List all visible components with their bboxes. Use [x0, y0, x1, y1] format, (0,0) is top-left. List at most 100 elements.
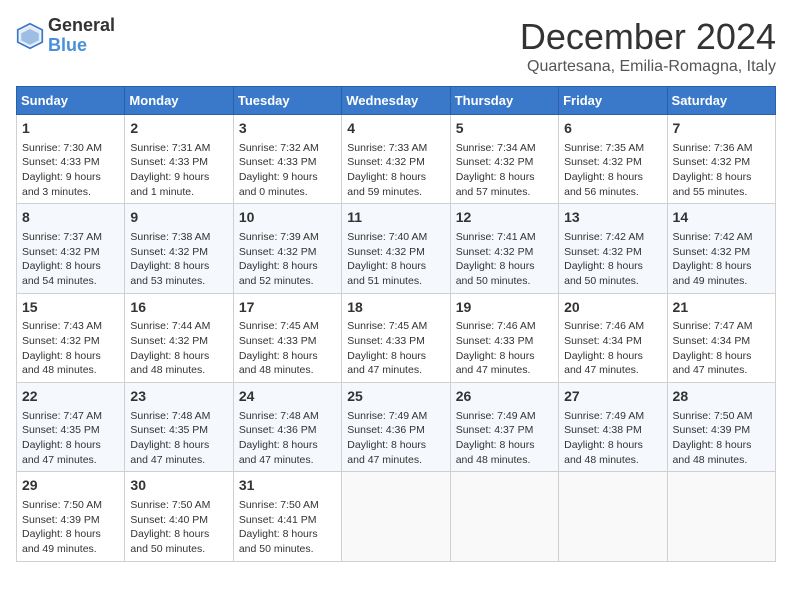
day-number: 17	[239, 298, 336, 318]
calendar-cell: 16Sunrise: 7:44 AM Sunset: 4:32 PM Dayli…	[125, 293, 233, 382]
day-number: 25	[347, 387, 444, 407]
calendar: SundayMondayTuesdayWednesdayThursdayFrid…	[16, 86, 776, 562]
calendar-cell	[450, 472, 558, 561]
cell-content: Sunrise: 7:33 AM Sunset: 4:32 PM Dayligh…	[347, 141, 444, 200]
calendar-cell: 20Sunrise: 7:46 AM Sunset: 4:34 PM Dayli…	[559, 293, 667, 382]
calendar-cell: 9Sunrise: 7:38 AM Sunset: 4:32 PM Daylig…	[125, 204, 233, 293]
calendar-cell: 15Sunrise: 7:43 AM Sunset: 4:32 PM Dayli…	[17, 293, 125, 382]
calendar-cell: 19Sunrise: 7:46 AM Sunset: 4:33 PM Dayli…	[450, 293, 558, 382]
location-title: Quartesana, Emilia-Romagna, Italy	[520, 58, 776, 76]
header-friday: Friday	[559, 87, 667, 115]
header-wednesday: Wednesday	[342, 87, 450, 115]
calendar-cell: 21Sunrise: 7:47 AM Sunset: 4:34 PM Dayli…	[667, 293, 775, 382]
cell-content: Sunrise: 7:31 AM Sunset: 4:33 PM Dayligh…	[130, 141, 227, 200]
week-row: 29Sunrise: 7:50 AM Sunset: 4:39 PM Dayli…	[17, 472, 776, 561]
calendar-cell: 25Sunrise: 7:49 AM Sunset: 4:36 PM Dayli…	[342, 383, 450, 472]
cell-content: Sunrise: 7:44 AM Sunset: 4:32 PM Dayligh…	[130, 319, 227, 378]
cell-content: Sunrise: 7:49 AM Sunset: 4:37 PM Dayligh…	[456, 409, 553, 468]
cell-content: Sunrise: 7:49 AM Sunset: 4:38 PM Dayligh…	[564, 409, 661, 468]
cell-content: Sunrise: 7:50 AM Sunset: 4:39 PM Dayligh…	[673, 409, 770, 468]
day-number: 31	[239, 476, 336, 496]
header-monday: Monday	[125, 87, 233, 115]
cell-content: Sunrise: 7:45 AM Sunset: 4:33 PM Dayligh…	[239, 319, 336, 378]
day-number: 30	[130, 476, 227, 496]
day-number: 28	[673, 387, 770, 407]
header: General Blue December 2024 Quartesana, E…	[16, 16, 776, 76]
cell-content: Sunrise: 7:48 AM Sunset: 4:36 PM Dayligh…	[239, 409, 336, 468]
day-number: 26	[456, 387, 553, 407]
day-number: 6	[564, 119, 661, 139]
calendar-cell	[342, 472, 450, 561]
cell-content: Sunrise: 7:46 AM Sunset: 4:34 PM Dayligh…	[564, 319, 661, 378]
cell-content: Sunrise: 7:49 AM Sunset: 4:36 PM Dayligh…	[347, 409, 444, 468]
day-number: 3	[239, 119, 336, 139]
header-thursday: Thursday	[450, 87, 558, 115]
calendar-cell: 29Sunrise: 7:50 AM Sunset: 4:39 PM Dayli…	[17, 472, 125, 561]
day-number: 19	[456, 298, 553, 318]
cell-content: Sunrise: 7:45 AM Sunset: 4:33 PM Dayligh…	[347, 319, 444, 378]
day-number: 23	[130, 387, 227, 407]
calendar-cell: 14Sunrise: 7:42 AM Sunset: 4:32 PM Dayli…	[667, 204, 775, 293]
calendar-cell: 3Sunrise: 7:32 AM Sunset: 4:33 PM Daylig…	[233, 115, 341, 204]
day-number: 20	[564, 298, 661, 318]
calendar-cell: 8Sunrise: 7:37 AM Sunset: 4:32 PM Daylig…	[17, 204, 125, 293]
calendar-cell: 27Sunrise: 7:49 AM Sunset: 4:38 PM Dayli…	[559, 383, 667, 472]
cell-content: Sunrise: 7:48 AM Sunset: 4:35 PM Dayligh…	[130, 409, 227, 468]
calendar-cell: 30Sunrise: 7:50 AM Sunset: 4:40 PM Dayli…	[125, 472, 233, 561]
day-number: 8	[22, 208, 119, 228]
week-row: 15Sunrise: 7:43 AM Sunset: 4:32 PM Dayli…	[17, 293, 776, 382]
day-number: 9	[130, 208, 227, 228]
logo-text: General Blue	[48, 16, 115, 56]
calendar-cell: 10Sunrise: 7:39 AM Sunset: 4:32 PM Dayli…	[233, 204, 341, 293]
day-number: 21	[673, 298, 770, 318]
header-sunday: Sunday	[17, 87, 125, 115]
cell-content: Sunrise: 7:47 AM Sunset: 4:34 PM Dayligh…	[673, 319, 770, 378]
calendar-cell: 6Sunrise: 7:35 AM Sunset: 4:32 PM Daylig…	[559, 115, 667, 204]
day-number: 11	[347, 208, 444, 228]
day-number: 10	[239, 208, 336, 228]
cell-content: Sunrise: 7:41 AM Sunset: 4:32 PM Dayligh…	[456, 230, 553, 289]
calendar-cell: 26Sunrise: 7:49 AM Sunset: 4:37 PM Dayli…	[450, 383, 558, 472]
cell-content: Sunrise: 7:39 AM Sunset: 4:32 PM Dayligh…	[239, 230, 336, 289]
day-number: 2	[130, 119, 227, 139]
week-row: 22Sunrise: 7:47 AM Sunset: 4:35 PM Dayli…	[17, 383, 776, 472]
day-number: 18	[347, 298, 444, 318]
day-number: 29	[22, 476, 119, 496]
calendar-cell: 7Sunrise: 7:36 AM Sunset: 4:32 PM Daylig…	[667, 115, 775, 204]
calendar-header-row: SundayMondayTuesdayWednesdayThursdayFrid…	[17, 87, 776, 115]
calendar-cell: 28Sunrise: 7:50 AM Sunset: 4:39 PM Dayli…	[667, 383, 775, 472]
cell-content: Sunrise: 7:46 AM Sunset: 4:33 PM Dayligh…	[456, 319, 553, 378]
day-number: 16	[130, 298, 227, 318]
calendar-cell: 13Sunrise: 7:42 AM Sunset: 4:32 PM Dayli…	[559, 204, 667, 293]
cell-content: Sunrise: 7:40 AM Sunset: 4:32 PM Dayligh…	[347, 230, 444, 289]
cell-content: Sunrise: 7:50 AM Sunset: 4:41 PM Dayligh…	[239, 498, 336, 557]
cell-content: Sunrise: 7:42 AM Sunset: 4:32 PM Dayligh…	[673, 230, 770, 289]
header-tuesday: Tuesday	[233, 87, 341, 115]
logo-line1: General	[48, 16, 115, 36]
cell-content: Sunrise: 7:32 AM Sunset: 4:33 PM Dayligh…	[239, 141, 336, 200]
cell-content: Sunrise: 7:38 AM Sunset: 4:32 PM Dayligh…	[130, 230, 227, 289]
logo: General Blue	[16, 16, 115, 56]
cell-content: Sunrise: 7:37 AM Sunset: 4:32 PM Dayligh…	[22, 230, 119, 289]
cell-content: Sunrise: 7:43 AM Sunset: 4:32 PM Dayligh…	[22, 319, 119, 378]
calendar-cell: 12Sunrise: 7:41 AM Sunset: 4:32 PM Dayli…	[450, 204, 558, 293]
cell-content: Sunrise: 7:36 AM Sunset: 4:32 PM Dayligh…	[673, 141, 770, 200]
calendar-cell: 2Sunrise: 7:31 AM Sunset: 4:33 PM Daylig…	[125, 115, 233, 204]
cell-content: Sunrise: 7:50 AM Sunset: 4:40 PM Dayligh…	[130, 498, 227, 557]
calendar-cell	[559, 472, 667, 561]
cell-content: Sunrise: 7:42 AM Sunset: 4:32 PM Dayligh…	[564, 230, 661, 289]
cell-content: Sunrise: 7:50 AM Sunset: 4:39 PM Dayligh…	[22, 498, 119, 557]
calendar-cell: 24Sunrise: 7:48 AM Sunset: 4:36 PM Dayli…	[233, 383, 341, 472]
calendar-cell: 23Sunrise: 7:48 AM Sunset: 4:35 PM Dayli…	[125, 383, 233, 472]
calendar-cell: 17Sunrise: 7:45 AM Sunset: 4:33 PM Dayli…	[233, 293, 341, 382]
header-saturday: Saturday	[667, 87, 775, 115]
day-number: 14	[673, 208, 770, 228]
calendar-cell: 18Sunrise: 7:45 AM Sunset: 4:33 PM Dayli…	[342, 293, 450, 382]
week-row: 8Sunrise: 7:37 AM Sunset: 4:32 PM Daylig…	[17, 204, 776, 293]
day-number: 15	[22, 298, 119, 318]
month-title: December 2024	[520, 16, 776, 58]
logo-line2: Blue	[48, 36, 115, 56]
day-number: 22	[22, 387, 119, 407]
day-number: 12	[456, 208, 553, 228]
calendar-cell: 31Sunrise: 7:50 AM Sunset: 4:41 PM Dayli…	[233, 472, 341, 561]
